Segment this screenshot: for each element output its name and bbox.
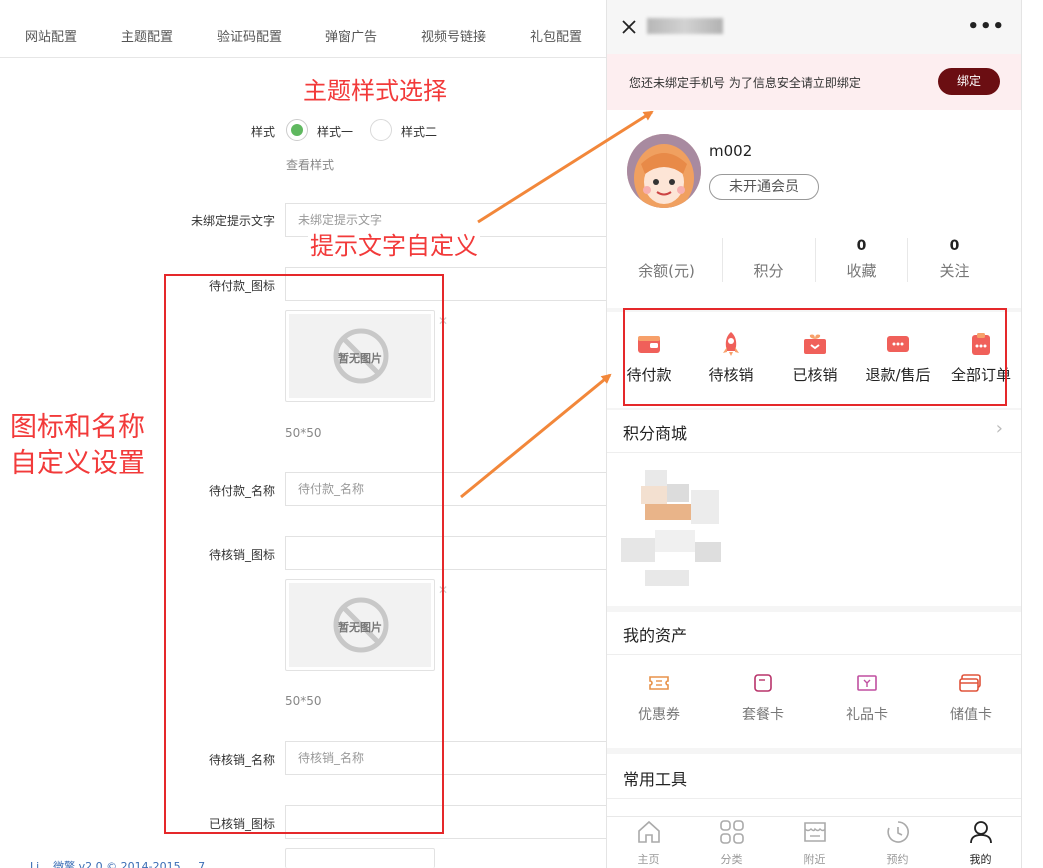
chevron-right-icon[interactable]: › bbox=[996, 418, 1003, 439]
asset-gift-card[interactable]: 礼品卡 bbox=[815, 674, 919, 724]
tab-gift-config[interactable]: 礼包配置 bbox=[530, 26, 582, 45]
stat-points[interactable]: 积分 bbox=[721, 238, 816, 281]
bind-button[interactable]: 绑定 bbox=[938, 68, 1000, 95]
stat-following-value: 0 bbox=[949, 238, 960, 254]
nav-nearby[interactable]: 附近 bbox=[773, 819, 856, 867]
nav-label: 分类 bbox=[720, 853, 743, 866]
asset-coupon[interactable]: 优惠券 bbox=[607, 674, 711, 724]
points-mall-title[interactable]: 积分商城 bbox=[623, 420, 687, 444]
style-option-2-label[interactable]: 样式二 bbox=[401, 123, 437, 140]
avatar[interactable] bbox=[627, 134, 701, 208]
tab-theme-config[interactable]: 主题配置 bbox=[121, 26, 173, 45]
stat-favorites[interactable]: 0 收藏 bbox=[814, 238, 909, 281]
my-assets-title: 我的资产 bbox=[623, 626, 688, 645]
stat-balance-value bbox=[619, 238, 714, 256]
nav-mine[interactable]: 我的 bbox=[939, 819, 1021, 867]
coupon-icon bbox=[649, 676, 669, 690]
stored-card-icon bbox=[959, 674, 981, 692]
nav-category[interactable]: 分类 bbox=[690, 819, 773, 867]
asset-label: 优惠券 bbox=[638, 707, 680, 723]
product-thumbnail[interactable] bbox=[621, 470, 721, 588]
tab-website-config[interactable]: 网站配置 bbox=[25, 26, 77, 45]
nav-label: 主页 bbox=[637, 853, 660, 866]
username: m002 bbox=[709, 142, 753, 160]
stat-favorites-label: 收藏 bbox=[846, 262, 877, 280]
blurred-title bbox=[647, 18, 723, 34]
style-label: 样式 bbox=[250, 125, 275, 139]
style-option-2-radio[interactable] bbox=[370, 119, 392, 141]
stat-balance[interactable]: 余额(元) bbox=[619, 238, 714, 281]
annotation-icon-name-2: 自定义设置 bbox=[10, 448, 145, 479]
annotation-icon-name-1: 图标和名称 bbox=[10, 412, 145, 443]
bottom-nav: 主页 分类 附近 预约 我的 bbox=[607, 816, 1021, 868]
package-card-icon bbox=[754, 674, 772, 692]
profile-card: m002 未开通会员 余额(元) 积分 0 收藏 0 关注 bbox=[607, 110, 1021, 308]
annotation-box-orders bbox=[623, 308, 1007, 406]
tab-popup-ad[interactable]: 弹窗广告 bbox=[325, 26, 377, 45]
divider bbox=[607, 798, 1021, 799]
asset-package-card[interactable]: 套餐卡 bbox=[711, 674, 815, 724]
verified-icon-upload[interactable] bbox=[285, 848, 435, 868]
unbound-text-label: 未绑定提示文字 bbox=[190, 214, 275, 228]
tab-captcha-config[interactable]: 验证码配置 bbox=[217, 26, 282, 45]
footer-copyright: Li... 微擎 v2.0 © 2014-2015 ... 7 bbox=[30, 860, 206, 868]
more-icon[interactable]: ••• bbox=[967, 16, 1005, 37]
annotation-prompt-text: 提示文字自定义 bbox=[308, 229, 480, 264]
divider bbox=[607, 654, 1021, 655]
clock-icon bbox=[886, 821, 909, 843]
store-icon bbox=[803, 822, 826, 842]
divider bbox=[607, 452, 1021, 453]
asset-label: 储值卡 bbox=[950, 707, 992, 723]
config-tabs: 网站配置 主题配置 验证码配置 弹窗广告 视频号链接 礼包配置 bbox=[0, 0, 610, 58]
nav-booking[interactable]: 预约 bbox=[856, 819, 939, 867]
stat-following[interactable]: 0 关注 bbox=[907, 238, 1002, 281]
user-icon bbox=[969, 821, 992, 844]
view-style-link[interactable]: 查看样式 bbox=[286, 156, 334, 173]
close-icon[interactable] bbox=[621, 19, 637, 35]
phone-header: ••• bbox=[607, 0, 1021, 54]
vip-badge[interactable]: 未开通会员 bbox=[709, 174, 819, 200]
common-tools-section: 常用工具 bbox=[607, 754, 1021, 816]
common-tools-title: 常用工具 bbox=[623, 770, 688, 789]
stat-points-label: 积分 bbox=[753, 262, 784, 280]
style-option-1-radio[interactable] bbox=[286, 119, 308, 141]
bind-phone-text: 您还未绑定手机号 为了信息安全请立即绑定 bbox=[629, 76, 861, 90]
points-mall-section: 积分商城 › bbox=[607, 410, 1021, 606]
style-option-1-label[interactable]: 样式一 bbox=[317, 123, 353, 140]
annotation-box-form bbox=[164, 274, 444, 834]
stat-points-value bbox=[721, 238, 816, 256]
stat-favorites-value: 0 bbox=[856, 238, 867, 254]
asset-label: 套餐卡 bbox=[742, 707, 784, 723]
gift-card-icon bbox=[857, 675, 877, 691]
home-icon bbox=[637, 820, 660, 843]
grid-icon bbox=[719, 820, 744, 844]
asset-stored-value-card[interactable]: 储值卡 bbox=[919, 674, 1021, 724]
annotation-theme-style: 主题样式选择 bbox=[303, 77, 447, 105]
bind-phone-bar: 您还未绑定手机号 为了信息安全请立即绑定 绑定 bbox=[607, 54, 1021, 110]
nav-home[interactable]: 主页 bbox=[607, 819, 690, 867]
stat-following-label: 关注 bbox=[939, 262, 970, 280]
nav-label: 我的 bbox=[969, 853, 992, 866]
tab-video-link[interactable]: 视频号链接 bbox=[421, 26, 486, 45]
stat-balance-label: 余额(元) bbox=[638, 262, 695, 280]
nav-label: 附近 bbox=[803, 853, 826, 866]
my-assets-section: 我的资产 优惠券 套餐卡 礼品卡 储值卡 bbox=[607, 612, 1021, 748]
asset-label: 礼品卡 bbox=[846, 707, 888, 723]
nav-label: 预约 bbox=[886, 853, 909, 866]
phone-preview: ••• 您还未绑定手机号 为了信息安全请立即绑定 绑定 m002 未开通会员 余… bbox=[606, 0, 1022, 868]
